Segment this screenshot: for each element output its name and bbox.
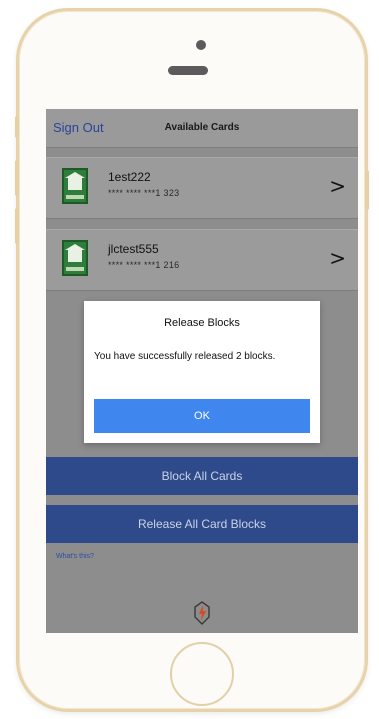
bank-logo-icon bbox=[62, 168, 88, 204]
dialog-message: You have successfully released 2 blocks. bbox=[94, 351, 276, 362]
block-all-cards-button[interactable]: Block All Cards bbox=[46, 457, 358, 495]
phone-side-button bbox=[15, 116, 19, 138]
phone-volume-down-button bbox=[15, 208, 19, 244]
app-logo-icon bbox=[194, 601, 210, 625]
card-name: 1est222 bbox=[108, 170, 151, 184]
bank-logo-icon bbox=[62, 240, 88, 276]
card-name: jlctest555 bbox=[108, 242, 159, 256]
chevron-right-icon: > bbox=[329, 174, 346, 198]
release-all-card-blocks-button[interactable]: Release All Card Blocks bbox=[46, 505, 358, 543]
card-row[interactable]: 1est222 **** **** ***1 323 > bbox=[46, 157, 358, 219]
page-title: Available Cards bbox=[164, 122, 240, 133]
phone-speaker bbox=[168, 66, 208, 75]
app-screen: Sign Out Available Cards 1est222 **** **… bbox=[46, 109, 358, 633]
chevron-right-icon: > bbox=[329, 246, 346, 270]
phone-power-button bbox=[365, 170, 369, 210]
navigation-bar: Sign Out Available Cards bbox=[46, 109, 358, 148]
ok-button[interactable]: OK bbox=[94, 399, 310, 433]
card-number: **** **** ***1 323 bbox=[108, 188, 180, 198]
release-blocks-dialog: Release Blocks You have successfully rel… bbox=[84, 301, 320, 443]
phone-camera bbox=[196, 40, 206, 50]
dialog-title: Release Blocks bbox=[164, 317, 240, 329]
whats-this-link[interactable]: What's this? bbox=[56, 553, 94, 560]
card-number: **** **** ***1 216 bbox=[108, 260, 180, 270]
phone-volume-up-button bbox=[15, 160, 19, 196]
card-row[interactable]: jlctest555 **** **** ***1 216 > bbox=[46, 229, 358, 291]
phone-home-button[interactable] bbox=[170, 642, 234, 706]
